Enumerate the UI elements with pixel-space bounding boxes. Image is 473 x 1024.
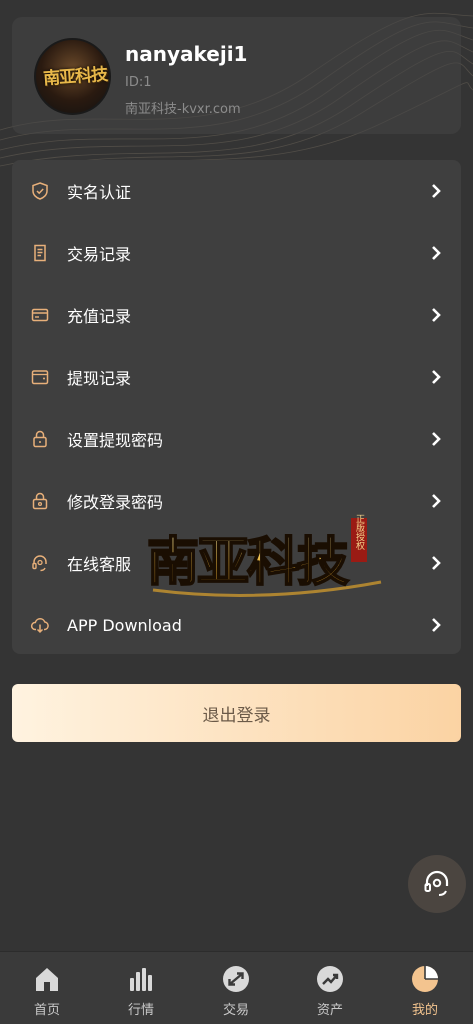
exchange-icon	[221, 964, 251, 994]
chevron-right-icon	[432, 308, 441, 322]
tab-label: 资产	[316, 1003, 343, 1018]
wallet-icon	[29, 366, 51, 388]
menu-list: 实名认证 交易记录 充值记录 提现记录 设置提现密码 修改登录密码 在线客服 A…	[12, 160, 461, 654]
pie-chart-icon	[410, 964, 440, 994]
tab-trade[interactable]: 交易	[189, 952, 283, 1024]
menu-item-label: 设置提现密码	[67, 431, 164, 450]
tab-home[interactable]: 首页	[0, 952, 94, 1024]
logout-button[interactable]: 退出登录	[12, 684, 461, 742]
headset-icon	[424, 870, 449, 896]
menu-item-change-login-password[interactable]: 修改登录密码	[12, 470, 461, 532]
trend-icon	[315, 964, 345, 994]
tab-label: 行情	[127, 1003, 154, 1018]
tab-assets[interactable]: 资产	[283, 952, 377, 1024]
avatar-logo-text: 南亚科技	[42, 64, 108, 90]
chevron-right-icon	[432, 432, 441, 446]
menu-item-label: 修改登录密码	[67, 493, 164, 512]
menu-item-online-support[interactable]: 在线客服	[12, 532, 461, 594]
lock-edit-icon	[29, 490, 51, 512]
tab-label: 交易	[222, 1003, 249, 1018]
chevron-right-icon	[432, 184, 441, 198]
chevron-right-icon	[432, 494, 441, 508]
tab-label: 我的	[411, 1003, 438, 1018]
avatar[interactable]: 南亚科技	[34, 38, 111, 115]
profile-card: 南亚科技 nanyakeji1 ID:1 南亚科技-kvxr.com	[12, 17, 461, 134]
menu-item-label: 在线客服	[67, 555, 132, 574]
tab-market[interactable]: 行情	[94, 952, 188, 1024]
menu-item-label: 充值记录	[67, 307, 132, 326]
home-icon	[32, 964, 62, 994]
bottom-tab-bar: 首页 行情 交易 资产 我的	[0, 951, 473, 1024]
tab-label: 首页	[33, 1003, 60, 1018]
chevron-right-icon	[432, 370, 441, 384]
card-icon	[29, 304, 51, 326]
receipt-icon	[29, 242, 51, 264]
bar-chart-icon	[126, 964, 156, 994]
site-text: 南亚科技-kvxr.com	[125, 102, 241, 117]
menu-item-transactions[interactable]: 交易记录	[12, 222, 461, 284]
menu-item-app-download[interactable]: APP Download	[12, 594, 461, 656]
floating-support-button[interactable]	[408, 855, 466, 913]
shield-check-icon	[29, 180, 51, 202]
cloud-download-icon	[29, 614, 51, 636]
username: nanyakeji1	[125, 42, 248, 66]
menu-item-label: 实名认证	[67, 183, 132, 202]
menu-item-verification[interactable]: 实名认证	[12, 160, 461, 222]
chevron-right-icon	[432, 556, 441, 570]
tab-mine[interactable]: 我的	[378, 952, 472, 1024]
headset-icon	[29, 552, 51, 574]
menu-item-label: APP Download	[67, 615, 182, 635]
menu-item-label: 提现记录	[67, 369, 132, 388]
menu-item-set-withdraw-password[interactable]: 设置提现密码	[12, 408, 461, 470]
menu-item-label: 交易记录	[67, 245, 132, 264]
chevron-right-icon	[432, 618, 441, 632]
menu-item-deposits[interactable]: 充值记录	[12, 284, 461, 346]
menu-item-withdrawals[interactable]: 提现记录	[12, 346, 461, 408]
chevron-right-icon	[432, 246, 441, 260]
page: 南亚科技 nanyakeji1 ID:1 南亚科技-kvxr.com 实名认证 …	[0, 0, 473, 1024]
user-id: ID:1	[125, 75, 152, 90]
lock-icon	[29, 428, 51, 450]
